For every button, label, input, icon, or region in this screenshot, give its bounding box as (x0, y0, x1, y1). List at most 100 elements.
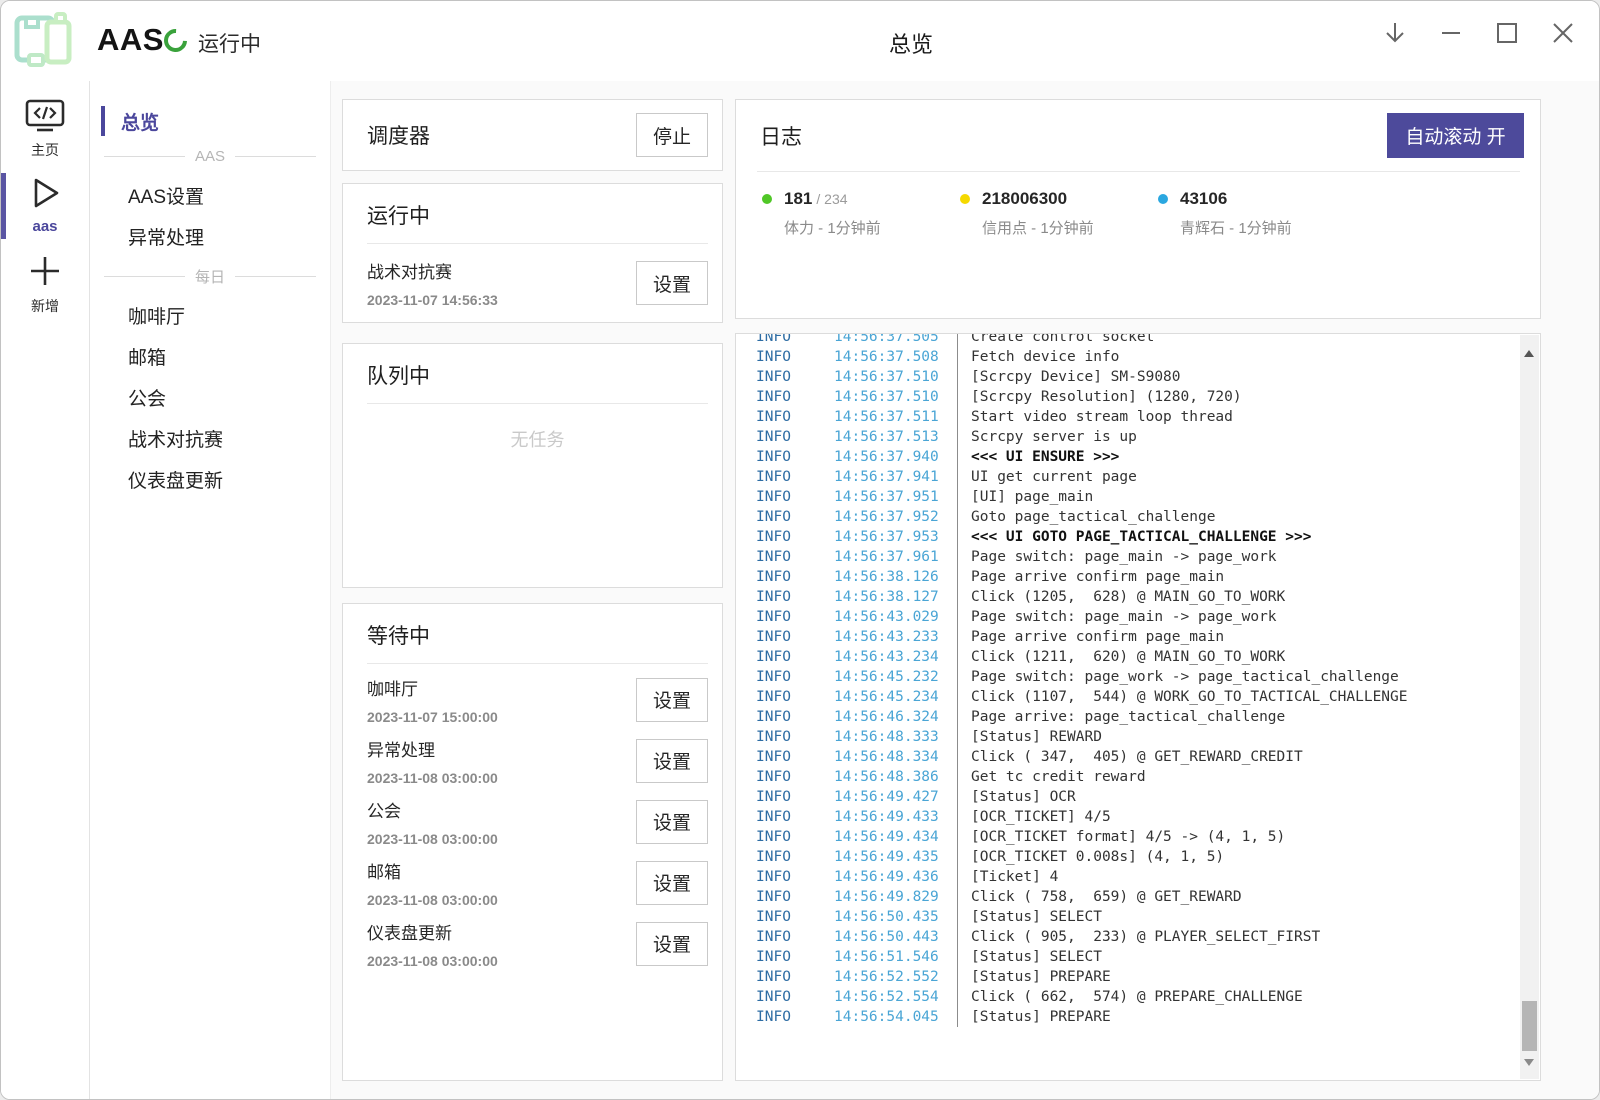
log-row: INFO14:56:49.427[Status] OCR (736, 787, 1518, 807)
log-message: [OCR_TICKET 0.008s] (4, 1, 5) (957, 847, 1224, 867)
queue-empty-text: 无任务 (367, 426, 708, 452)
autoscroll-toggle-button[interactable]: 自动滚动 开 (1387, 113, 1524, 158)
log-row: INFO14:56:50.443Click ( 905, 233) @ PLAY… (736, 927, 1518, 947)
stat-value: 218006300 (982, 189, 1067, 209)
rail-item-aas[interactable]: aas (1, 175, 89, 235)
log-level: INFO (756, 647, 814, 667)
stat-value: 181 (784, 189, 812, 209)
log-level: INFO (756, 667, 814, 687)
waiting-task-info: 咖啡厅2023-11-07 15:00:00 (367, 675, 498, 725)
close-icon[interactable] (1545, 15, 1581, 51)
log-level: INFO (756, 887, 814, 907)
divider (367, 243, 708, 244)
waiting-settings-button[interactable]: 设置 (636, 739, 708, 783)
log-message: Create control socket (957, 333, 1154, 347)
menu-item[interactable]: 战术对抗赛 (90, 418, 330, 459)
stop-button[interactable]: 停止 (636, 113, 708, 157)
log-row: INFO14:56:45.234Click (1107, 544) @ WORK… (736, 687, 1518, 707)
log-timestamp: 14:56:37.953 (834, 527, 938, 547)
stat-label: 体力 - 1分钟前 (762, 217, 960, 238)
log-level: INFO (756, 627, 814, 647)
scrollbar-thumb[interactable] (1522, 1001, 1537, 1051)
log-message: Start video stream loop thread (957, 407, 1233, 427)
code-monitor-icon (24, 99, 66, 133)
minimize-icon[interactable] (1433, 15, 1469, 51)
menu-active-indicator (101, 106, 105, 136)
stat-total: / 234 (816, 191, 847, 207)
log-row: INFO14:56:48.334Click ( 347, 405) @ GET_… (736, 747, 1518, 767)
log-timestamp: 14:56:45.232 (834, 667, 938, 687)
log-message: [OCR_TICKET format] 4/5 -> (4, 1, 5) (957, 827, 1285, 847)
waiting-task-row: 仪表盘更新2023-11-08 03:00:00设置 (367, 913, 708, 974)
divider (367, 663, 708, 664)
menu-item[interactable]: 邮箱 (90, 336, 330, 377)
log-title: 日志 (760, 121, 802, 151)
log-timestamp: 14:56:49.427 (834, 787, 938, 807)
running-card: 运行中 战术对抗赛 2023-11-07 14:56:33 设置 (342, 183, 723, 323)
log-row: INFO14:56:37.940<<< UI ENSURE >>> (736, 447, 1518, 467)
log-level: INFO (756, 507, 814, 527)
running-settings-button[interactable]: 设置 (636, 261, 708, 305)
log-level: INFO (756, 547, 814, 567)
waiting-settings-button[interactable]: 设置 (636, 922, 708, 966)
download-icon[interactable] (1377, 15, 1413, 51)
log-timestamp: 14:56:49.434 (834, 827, 938, 847)
menu-section-label: 每日 (195, 266, 225, 287)
waiting-task-name: 异常处理 (367, 736, 498, 761)
app-window: AAS 运行中 总览 (0, 0, 1600, 1100)
scroll-down-icon[interactable] (1524, 1059, 1534, 1066)
maximize-icon[interactable] (1489, 15, 1525, 51)
log-level: INFO (756, 987, 814, 1007)
log-level: INFO (756, 347, 814, 367)
log-level: INFO (756, 447, 814, 467)
menu-item[interactable]: 异常处理 (90, 216, 330, 257)
log-level: INFO (756, 747, 814, 767)
log-level: INFO (756, 727, 814, 747)
log-timestamp: 14:56:37.951 (834, 487, 938, 507)
log-message: UI get current page (957, 467, 1137, 487)
log-message: Scrcpy server is up (957, 427, 1137, 447)
log-timestamp: 14:56:43.234 (834, 647, 938, 667)
log-message: Page switch: page_main -> page_work (957, 607, 1277, 627)
log-timestamp: 14:56:48.333 (834, 727, 938, 747)
log-row: INFO14:56:52.552[Status] PREPARE (736, 967, 1518, 987)
log-message: Page switch: page_main -> page_work (957, 547, 1277, 567)
log-row: INFO14:56:37.961Page switch: page_main -… (736, 547, 1518, 567)
stat-dot-icon (960, 194, 970, 204)
log-message: [UI] page_main (957, 487, 1093, 507)
menu-item[interactable]: 仪表盘更新 (90, 459, 330, 500)
waiting-task-name: 邮箱 (367, 858, 498, 883)
log-message: Page arrive confirm page_main (957, 567, 1224, 587)
log-row: INFO14:56:37.941UI get current page (736, 467, 1518, 487)
log-timestamp: 14:56:43.233 (834, 627, 938, 647)
log-timestamp: 14:56:37.513 (834, 427, 938, 447)
waiting-settings-button[interactable]: 设置 (636, 678, 708, 722)
stat-dot-icon (762, 194, 772, 204)
log-row: INFO14:56:37.953<<< UI GOTO PAGE_TACTICA… (736, 527, 1518, 547)
rail-item-new[interactable]: 新增 (1, 253, 89, 316)
menu-item[interactable]: 公会 (90, 377, 330, 418)
waiting-task-name: 仪表盘更新 (367, 919, 498, 944)
log-level: INFO (756, 867, 814, 887)
log-row: INFO14:56:43.029Page switch: page_main -… (736, 607, 1518, 627)
log-level: INFO (756, 927, 814, 947)
log-row: INFO14:56:45.232Page switch: page_work -… (736, 667, 1518, 687)
log-row: INFO14:56:43.234Click (1211, 620) @ MAIN… (736, 647, 1518, 667)
scroll-up-icon[interactable] (1524, 350, 1534, 357)
log-message: [Status] OCR (957, 787, 1076, 807)
waiting-settings-button[interactable]: 设置 (636, 861, 708, 905)
menu-item[interactable]: 咖啡厅 (90, 295, 330, 336)
menu-item[interactable]: AAS设置 (90, 175, 330, 216)
rail-label-aas: aas (32, 218, 57, 235)
rail-item-home[interactable]: 主页 (1, 99, 89, 160)
waiting-settings-button[interactable]: 设置 (636, 800, 708, 844)
log-message: Click ( 347, 405) @ GET_REWARD_CREDIT (957, 747, 1303, 767)
menu-item-overview[interactable]: 总览 (90, 105, 330, 137)
log-message: Click (1205, 628) @ MAIN_GO_TO_WORK (957, 587, 1285, 607)
log-timestamp: 14:56:49.433 (834, 807, 938, 827)
waiting-task-row: 咖啡厅2023-11-07 15:00:00 设置 (367, 669, 708, 730)
log-scrollbar[interactable] (1520, 335, 1539, 1079)
log-level: INFO (756, 567, 814, 587)
log-timestamp: 14:56:37.510 (834, 367, 938, 387)
log-level: INFO (756, 607, 814, 627)
